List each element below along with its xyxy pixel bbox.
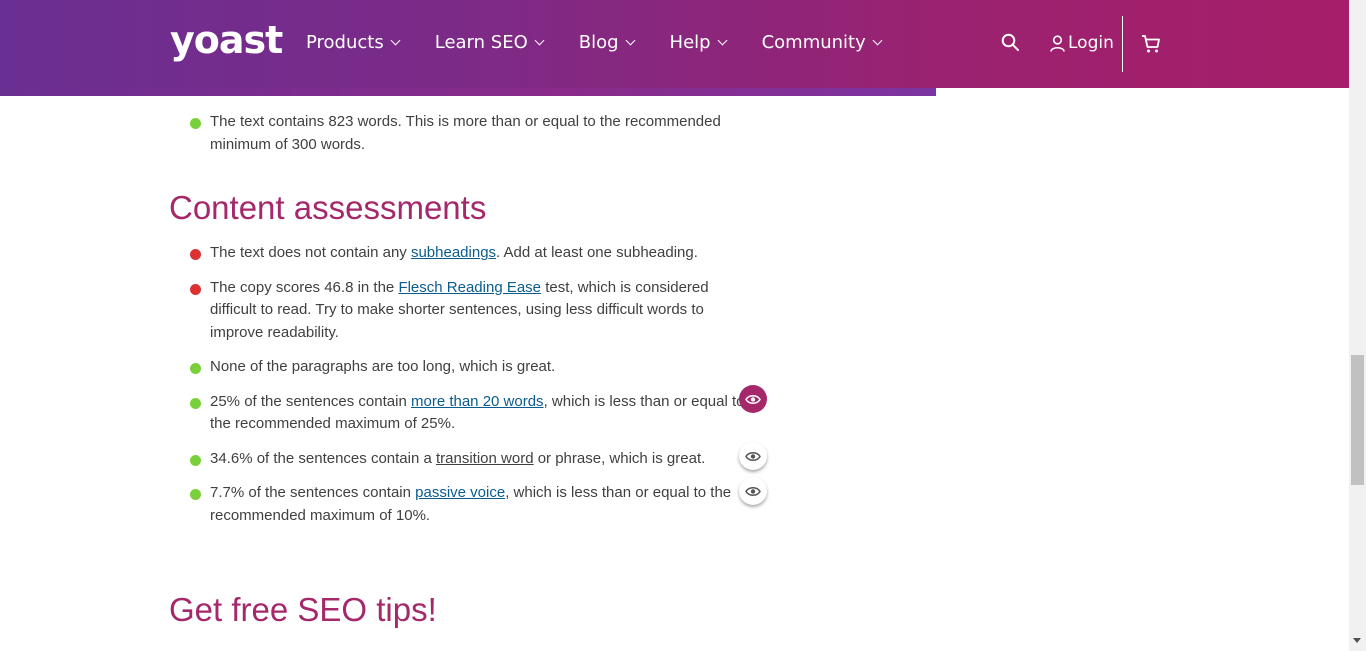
more-than-20-words-link[interactable]: more than 20 words (411, 393, 544, 410)
list-item: The text does not contain any subheading… (188, 242, 748, 265)
nav-label: Community (761, 32, 866, 53)
eye-icon (745, 451, 761, 461)
nav-community[interactable]: Community (761, 32, 883, 53)
nav-products[interactable]: Products (306, 32, 401, 53)
list-item: The copy scores 46.8 in the Flesch Readi… (188, 277, 748, 345)
good-status-dot (190, 363, 201, 374)
highlight-long-sentences-button[interactable] (739, 385, 767, 413)
chevron-down-icon (872, 35, 883, 46)
bad-status-dot (190, 283, 201, 295)
text: or phrase, which is great. (533, 449, 706, 467)
assessment-text: The text contains 823 words. This is mor… (210, 113, 721, 153)
user-icon (1050, 34, 1065, 52)
chevron-down-icon (717, 35, 728, 46)
nav-label: Learn SEO (434, 32, 528, 53)
eye-icon (745, 394, 761, 404)
header-underbar (0, 88, 936, 96)
login-label: Login (1068, 33, 1114, 53)
nav-label: Help (669, 32, 711, 53)
search-icon[interactable] (1001, 33, 1019, 51)
login-link[interactable]: Login (1050, 33, 1114, 53)
highlight-passive-voice-button[interactable] (739, 477, 767, 505)
scroll-down-arrow-icon[interactable] (1353, 638, 1361, 643)
content-assessments-list: The text does not contain any subheading… (188, 242, 748, 539)
bad-status-dot (190, 249, 201, 260)
list-item: None of the paragraphs are too long, whi… (188, 356, 748, 379)
list-item: The text contains 823 words. This is mor… (188, 111, 748, 156)
list-item: 25% of the sentences contain more than 2… (188, 391, 748, 436)
yoast-logo[interactable]: yoast (170, 18, 283, 62)
cart-icon[interactable] (1141, 34, 1161, 54)
chevron-down-icon (625, 35, 635, 46)
text: 34.6% of the sentences contain a (210, 449, 436, 467)
main-nav: Products Learn SEO Blog Help Community (306, 32, 917, 53)
subheadings-link[interactable]: subheadings (411, 244, 496, 261)
list-item: 7.7% of the sentences contain passive vo… (188, 482, 748, 527)
chevron-down-icon (390, 35, 401, 46)
text: . Add at least one subheading. (496, 244, 698, 261)
nav-learn-seo[interactable]: Learn SEO (434, 32, 545, 53)
good-status-dot (190, 397, 201, 409)
nav-blog[interactable]: Blog (578, 32, 635, 53)
site-header: yoast Products Learn SEO Blog Help Commu… (0, 0, 1349, 88)
good-status-dot (190, 454, 201, 466)
nav-label: Blog (578, 32, 619, 53)
chevron-down-icon (534, 35, 545, 46)
nav-label: Products (306, 32, 384, 53)
nav-help[interactable]: Help (669, 32, 728, 53)
scrollbar-thumb[interactable] (1351, 355, 1364, 485)
good-status-dot (190, 489, 201, 500)
eye-icon (745, 486, 761, 496)
text: 7.7% of the sentences contain (210, 484, 416, 501)
page-scrollbar[interactable] (1349, 0, 1366, 651)
passive-voice-link[interactable]: passive voice (415, 484, 505, 501)
header-divider (1122, 16, 1123, 72)
section-title-content-assessments: Content assessments (169, 189, 487, 226)
text: 25% of the sentences contain (210, 392, 411, 410)
list-item: 34.6% of the sentences contain a transit… (188, 448, 748, 471)
text: The copy scores 46.8 in the (210, 278, 399, 296)
text: None of the paragraphs are too long, whi… (210, 358, 556, 375)
highlight-transition-words-button[interactable] (739, 442, 767, 470)
readability-list-top: The text contains 823 words. This is mor… (188, 111, 748, 168)
flesch-reading-ease-link[interactable]: Flesch Reading Ease (398, 279, 541, 296)
section-title-seo-tips: Get free SEO tips! (169, 591, 437, 628)
text: The text does not contain any (210, 244, 411, 261)
good-status-dot (190, 118, 201, 129)
transition-word-link[interactable]: transition word (436, 450, 534, 467)
